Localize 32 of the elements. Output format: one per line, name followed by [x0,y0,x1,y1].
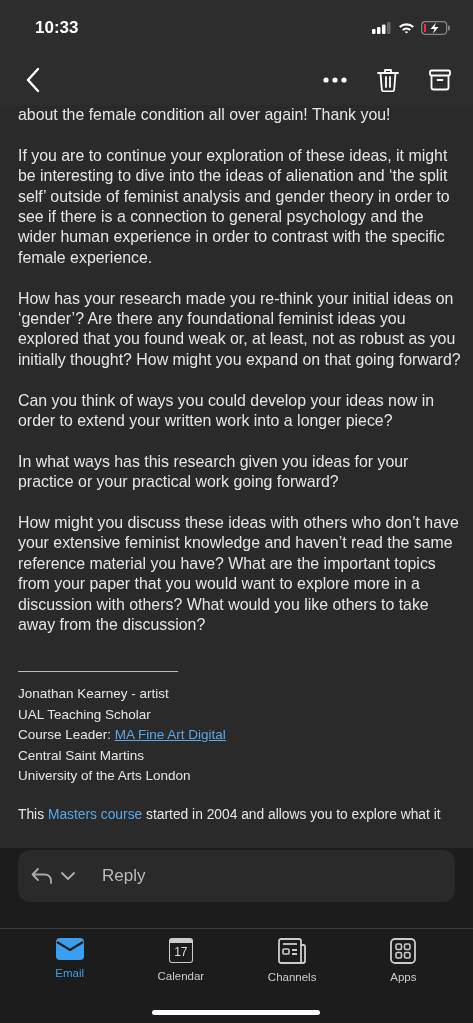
reply-icon [31,867,53,885]
more-button[interactable] [321,75,349,85]
signature-line: UAL Teaching Scholar [18,705,152,724]
signature-line: Central Saint Martins [18,746,146,765]
signal-icon [372,21,392,34]
signature-line: Jonathan Kearney - artist [18,685,170,704]
delete-button[interactable] [375,66,401,94]
message-paragraph: about the female condition all over again! Thank you! [18,105,392,125]
wifi-icon [398,21,415,34]
course-link[interactable]: Masters course [47,806,143,822]
message-paragraph: If you are to continue your exploration of these ideas, it might be interesting to dive into the ideas of alienation and ‘the split self’ outside of feminist analysis and gender theory in order to see if there is a connection to general psychology and the wider human experience in order to contrast with the specific female experience. [18,145,451,268]
message-paragraph: How might you discuss these ideas with others who don’t have your extensive feminist knowledge and haven’t read the same reference material you have? What are the important topics from your paper that you would want to explore more in a discussion with others? What would you like others to take away from the discussion? [18,513,460,636]
signature-line: University of the Arts London [18,767,192,786]
tab[interactable]: Email [14,938,126,990]
mail-icon [55,938,84,960]
newspaper-icon [278,938,307,964]
signature-line: Course Leader: MA Fine Art Digital [18,726,227,745]
calendar-icon: 17 [168,938,193,963]
chevron-down-icon [61,872,75,880]
message-paragraph: This Masters course started in 2004 and allows you to explore what it [18,805,442,824]
tab[interactable]: Apps [347,938,459,990]
tab[interactable]: Channels [236,938,348,990]
course-link[interactable]: MA Fine Art Digital [114,727,226,743]
archive-button[interactable] [427,67,453,93]
status-time: 10:33 [35,17,79,38]
message-paragraph: In what ways has this research given you ideas for your practice or your practical work going forward? [18,451,410,493]
reply-field[interactable]: Reply [18,850,455,902]
message-paragraph: Can you think of ways you could develop your ideas now in order to extend your written work into a longer piece? [18,390,436,432]
message-paragraph: How has your research made you re-think your initial ideas on ‘gender’? Are there any foundational feminist ideas you explored that you found weak or, at least, not as robust as you initially thought? How might you expand on that going forward? [18,288,461,370]
battery-charging-icon [421,20,451,35]
apps-grid-icon [390,938,417,964]
tab[interactable]: 17 Calendar [125,938,237,990]
